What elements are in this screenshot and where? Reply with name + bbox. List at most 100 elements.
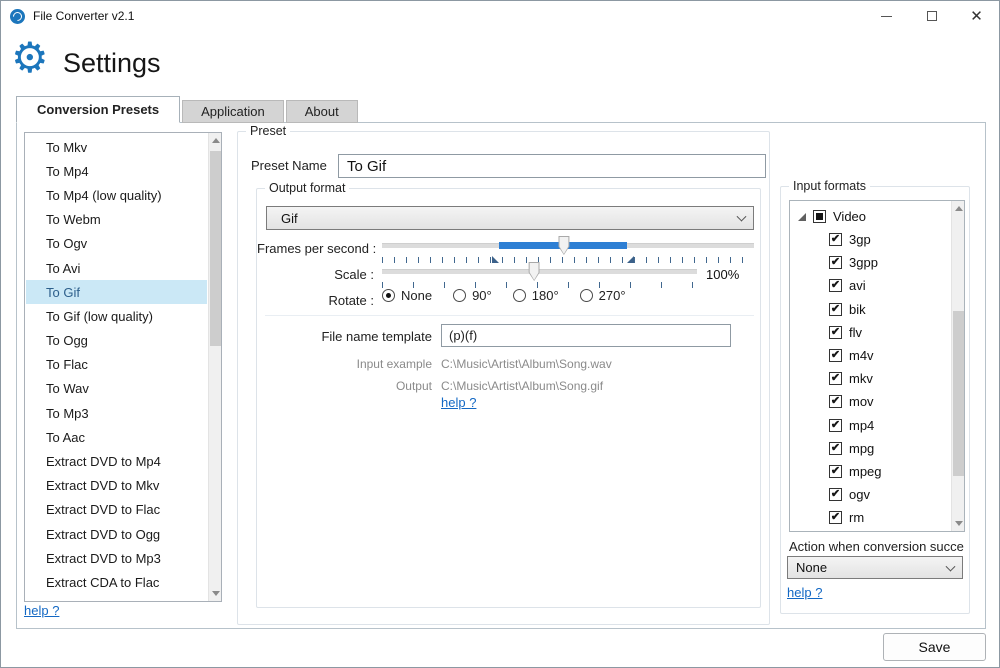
formats-help-link[interactable]: help ? <box>787 585 822 600</box>
format-checkbox[interactable]: ✔ <box>829 303 842 316</box>
preset-list-item[interactable]: To Mkv <box>26 135 207 159</box>
scroll-down-icon[interactable] <box>209 586 222 601</box>
action-select[interactable]: None <box>787 556 963 579</box>
format-tree-item[interactable]: ✔ bik <box>791 298 950 321</box>
format-tree-item[interactable]: ✔ 3gpp <box>791 251 950 274</box>
save-button[interactable]: Save <box>883 633 986 661</box>
preset-list-item[interactable]: Extract DVD to Mp4 <box>26 449 207 473</box>
format-checkbox[interactable]: ✔ <box>829 256 842 269</box>
output-example-value: C:\Music\Artist\Album\Song.gif <box>441 379 603 393</box>
minimize-button[interactable] <box>864 1 909 31</box>
format-checkbox[interactable]: ✔ <box>829 395 842 408</box>
format-tree-item[interactable]: ✔ rm <box>791 506 950 529</box>
preset-list-item[interactable]: Extract CDA to Flac <box>26 570 207 594</box>
preset-list-item[interactable]: To Ogg <box>26 329 207 353</box>
output-format-groupbox: Output format Gif Frames per second : <box>256 188 761 608</box>
preset-list-item[interactable]: To Wav <box>26 377 207 401</box>
format-checkbox[interactable]: ✔ <box>829 349 842 362</box>
app-window: File Converter v2.1 ✕ ⚙ Settings Convers… <box>0 0 1000 668</box>
preset-name-input[interactable]: To Gif <box>338 154 766 178</box>
format-tree-item[interactable]: ✔ flv <box>791 321 950 344</box>
format-tree-item[interactable]: ✔ mp4 <box>791 414 950 437</box>
format-checkbox[interactable]: ✔ <box>829 465 842 478</box>
format-checkbox[interactable]: ✔ <box>829 442 842 455</box>
scroll-up-icon[interactable] <box>952 201 965 216</box>
presets-help-link[interactable]: help ? <box>24 603 59 618</box>
format-tree-item[interactable]: ✔ avi <box>791 274 950 297</box>
tree-expander-icon[interactable] <box>798 213 806 221</box>
preset-list-item[interactable]: Extract DVD to Mp3 <box>26 546 207 570</box>
titlebar: File Converter v2.1 ✕ <box>1 1 999 31</box>
scroll-down-icon[interactable] <box>952 516 965 531</box>
window-controls: ✕ <box>864 1 999 31</box>
preset-list-scrollbar[interactable] <box>208 133 221 601</box>
format-tree-item[interactable]: ✔ ogv <box>791 483 950 506</box>
video-checkbox[interactable] <box>813 210 826 223</box>
window-title: File Converter v2.1 <box>33 9 134 23</box>
fps-slider[interactable] <box>382 235 754 255</box>
scroll-thumb[interactable] <box>953 311 964 476</box>
input-formats-groupbox: Input formats Video ✔ 3gp <box>780 186 970 614</box>
preset-list-item[interactable]: To Mp3 <box>26 401 207 425</box>
rotate-radio-option[interactable]: 90° <box>453 288 492 303</box>
file-template-input[interactable]: (p)(f) <box>441 324 731 347</box>
preset-name-label: Preset Name <box>251 158 327 173</box>
preset-list-item[interactable]: To Mp4 (low quality) <box>26 183 207 207</box>
fps-slider-thumb[interactable] <box>558 236 569 255</box>
app-logo-icon <box>10 9 25 24</box>
preset-groupbox: Preset Preset Name To Gif Output format … <box>237 131 770 625</box>
template-help-link[interactable]: help ? <box>441 395 476 410</box>
scale-slider[interactable] <box>382 261 697 281</box>
chevron-down-icon <box>737 212 747 222</box>
file-template-label: File name template <box>257 329 432 344</box>
rotate-radio-option[interactable]: None <box>382 288 432 303</box>
tree-node-video[interactable]: Video <box>791 205 950 228</box>
format-tree-item[interactable]: ✔ m4v <box>791 344 950 367</box>
maximize-icon <box>927 11 937 21</box>
preset-list-item[interactable]: To Webm <box>26 208 207 232</box>
format-checkbox[interactable]: ✔ <box>829 488 842 501</box>
preset-list-item[interactable]: To Ogv <box>26 232 207 256</box>
preset-list-item[interactable]: To Flac <box>26 353 207 377</box>
input-formats-group-label: Input formats <box>789 179 870 193</box>
scale-slider-thumb[interactable] <box>529 262 540 281</box>
preset-list-item[interactable]: To Aac <box>26 425 207 449</box>
scroll-thumb[interactable] <box>210 151 221 346</box>
format-tree-item[interactable]: ✔ mkv <box>791 367 950 390</box>
format-tree-item[interactable]: ✔ 3gp <box>791 228 950 251</box>
section-divider <box>265 315 754 316</box>
output-format-group-label: Output format <box>265 181 349 195</box>
maximize-button[interactable] <box>909 1 954 31</box>
rotate-radio-option[interactable]: 180° <box>513 288 559 303</box>
format-checkbox[interactable]: ✔ <box>829 233 842 246</box>
preset-list-item[interactable]: To Gif <box>26 280 207 304</box>
tab-conversion-presets[interactable]: Conversion Presets <box>16 96 180 123</box>
format-checkbox[interactable]: ✔ <box>829 326 842 339</box>
preset-list-item[interactable]: Extract DVD to Flac <box>26 498 207 522</box>
format-checkbox[interactable]: ✔ <box>829 372 842 385</box>
radio-icon <box>382 289 395 302</box>
scale-value: 100% <box>706 267 739 282</box>
output-format-select[interactable]: Gif <box>266 206 754 230</box>
preset-list-item[interactable]: To Gif (low quality) <box>26 304 207 328</box>
settings-gear-icon: ⚙ <box>11 37 49 79</box>
format-checkbox[interactable]: ✔ <box>829 279 842 292</box>
preset-list-item[interactable]: To Avi <box>26 256 207 280</box>
preset-list-item[interactable]: Extract DVD to Mkv <box>26 474 207 498</box>
radio-icon <box>580 289 593 302</box>
preset-list-item[interactable]: Extract DVD to Ogg <box>26 522 207 546</box>
format-tree-item[interactable]: ✔ mov <box>791 390 950 413</box>
formats-scrollbar[interactable] <box>951 201 964 531</box>
tree-root-label: Video <box>833 209 866 224</box>
format-checkbox[interactable]: ✔ <box>829 511 842 524</box>
rotate-radio-option[interactable]: 270° <box>580 288 626 303</box>
close-button[interactable]: ✕ <box>954 1 999 31</box>
format-tree-item[interactable]: ✔ mpeg <box>791 460 950 483</box>
rotate-options: None 90° 180° <box>382 288 626 303</box>
format-tree-item[interactable]: ✔ mpg <box>791 437 950 460</box>
format-checkbox[interactable]: ✔ <box>829 419 842 432</box>
scroll-up-icon[interactable] <box>209 133 222 148</box>
tab-about[interactable]: About <box>286 100 358 123</box>
preset-list-item[interactable]: To Mp4 <box>26 159 207 183</box>
tab-application[interactable]: Application <box>182 100 284 123</box>
